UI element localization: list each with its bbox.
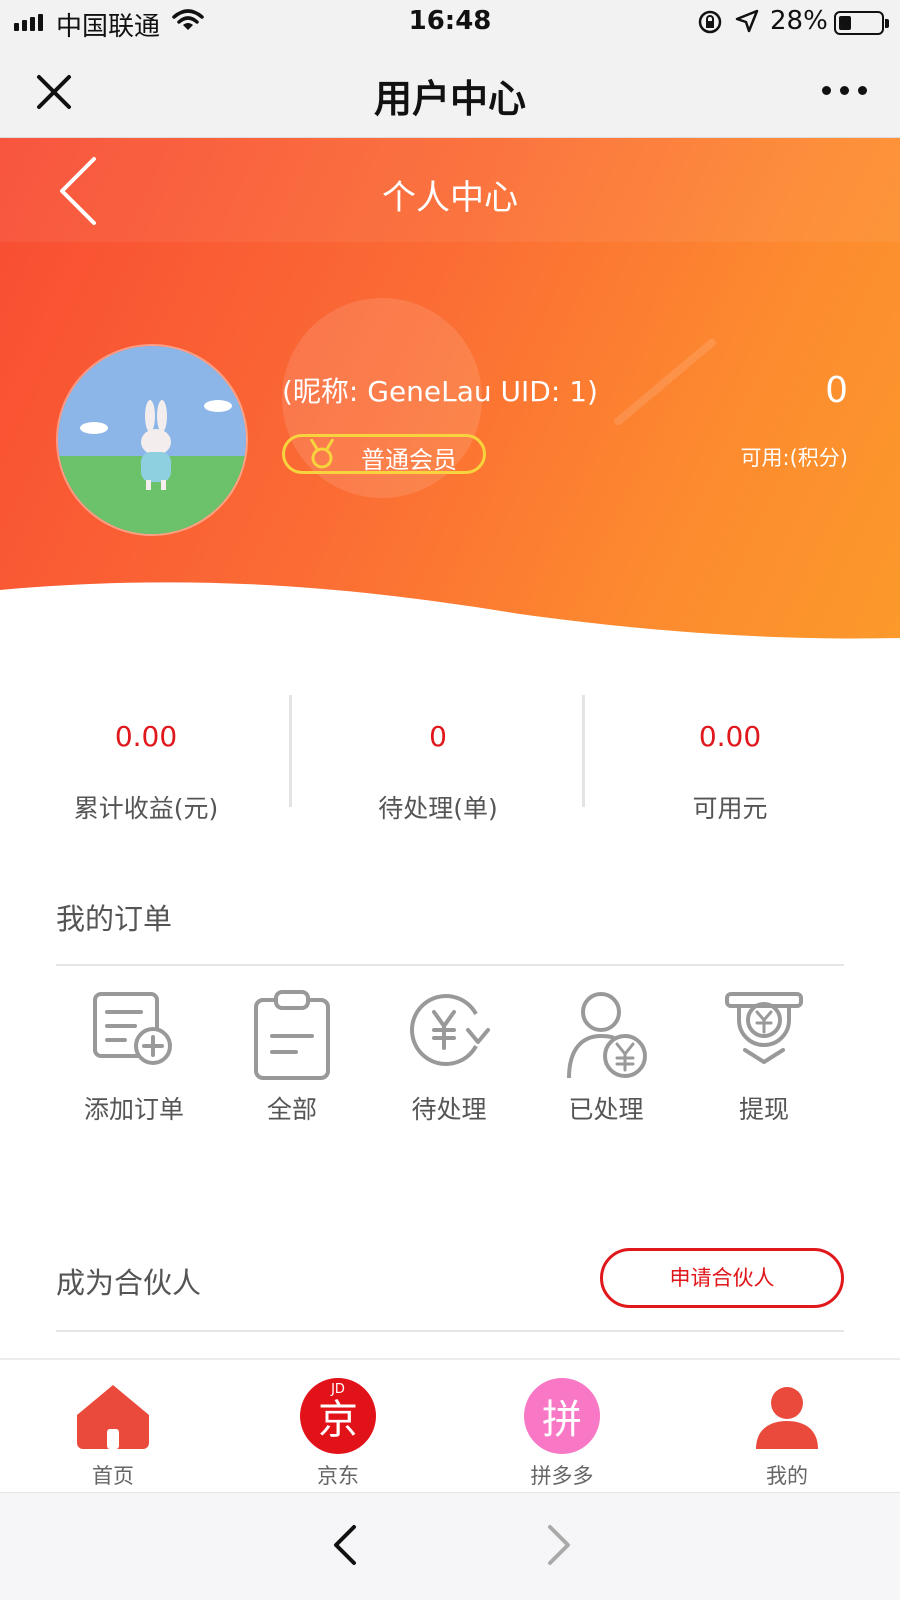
withdraw-icon (689, 990, 839, 1090)
stat-label: 待处理(单) (378, 794, 498, 823)
page-title: 用户中心 (373, 77, 526, 121)
profile-page-title: 个人中心 (382, 178, 518, 218)
jd-icon: JD 京 (258, 1374, 418, 1458)
status-bar: 中国联通 16:48 28% (0, 0, 900, 44)
order-item-label: 待处理 (411, 1095, 487, 1124)
order-withdraw[interactable]: 提现 (689, 990, 839, 1126)
membership-label: 普通会员 (361, 446, 457, 474)
tab-jd[interactable]: JD 京 京东 (258, 1374, 418, 1490)
wechat-nav-bar: 用户中心 (0, 44, 900, 138)
order-item-label: 已处理 (568, 1095, 644, 1124)
add-order-icon (59, 990, 209, 1090)
user-yuan-icon (531, 990, 681, 1090)
stat-value: 0.00 (698, 720, 762, 753)
browser-forward-icon[interactable] (546, 1523, 574, 1571)
stat-label: 累计收益(元) (73, 794, 219, 823)
membership-badge: 普通会员 (282, 434, 486, 474)
tab-mine[interactable]: 我的 (707, 1374, 867, 1490)
tab-label: 首页 (92, 1464, 134, 1488)
more-icon[interactable] (822, 86, 867, 95)
home-icon (33, 1374, 193, 1458)
battery-icon (834, 11, 889, 35)
stat-value: 0 (429, 720, 447, 753)
battery-percent: 28% (770, 6, 828, 36)
user-nickname: (昵称: GeneLau UID: 1) (282, 375, 598, 408)
clock: 16:48 (408, 6, 492, 36)
order-item-label: 全部 (266, 1095, 317, 1124)
divider (56, 964, 844, 966)
stat-total-earnings[interactable]: 0.00 累计收益(元) (0, 720, 292, 825)
tab-label: 拼多多 (530, 1464, 594, 1488)
order-all[interactable]: 全部 (217, 990, 367, 1126)
stat-label: 可用元 (692, 794, 768, 823)
browser-toolbar (0, 1492, 900, 1600)
stat-pending-orders[interactable]: 0 待处理(单) (292, 720, 584, 825)
points-label: 可用:(积分) (740, 446, 848, 470)
person-icon (707, 1374, 867, 1458)
stats-row: 0.00 累计收益(元) 0 待处理(单) 0.00 可用元 (0, 690, 900, 830)
location-icon (735, 9, 759, 40)
tab-home[interactable]: 首页 (33, 1374, 193, 1490)
tab-pinduoduo[interactable]: 拼 拼多多 (482, 1374, 642, 1490)
tab-bar: 首页 JD 京 京东 拼 拼多多 我的 (0, 1358, 900, 1492)
pending-yuan-icon (374, 990, 524, 1090)
orientation-lock-icon (697, 9, 723, 42)
order-item-label: 添加订单 (83, 1095, 184, 1124)
pinduoduo-icon: 拼 (482, 1374, 642, 1458)
orders-section-title: 我的订单 (56, 902, 173, 936)
tab-label: 我的 (766, 1464, 808, 1488)
apply-partner-button[interactable]: 申请合伙人 (600, 1248, 844, 1308)
stat-value: 0.00 (114, 720, 178, 753)
tab-label: 京东 (317, 1464, 359, 1488)
points-value: 0 (825, 370, 848, 411)
header-wave (0, 582, 900, 668)
medal-icon (305, 438, 339, 475)
order-pending[interactable]: 待处理 (374, 990, 524, 1126)
browser-back-icon[interactable] (330, 1523, 358, 1571)
clipboard-icon (217, 990, 367, 1090)
divider (56, 1330, 844, 1332)
order-item-label: 提现 (738, 1095, 789, 1124)
stat-available[interactable]: 0.00 可用元 (584, 720, 876, 825)
order-processed[interactable]: 已处理 (531, 990, 681, 1126)
decorative-streak (612, 337, 718, 427)
order-add[interactable]: 添加订单 (59, 990, 209, 1126)
partner-section-title: 成为合伙人 (56, 1266, 202, 1300)
avatar[interactable] (56, 344, 248, 536)
